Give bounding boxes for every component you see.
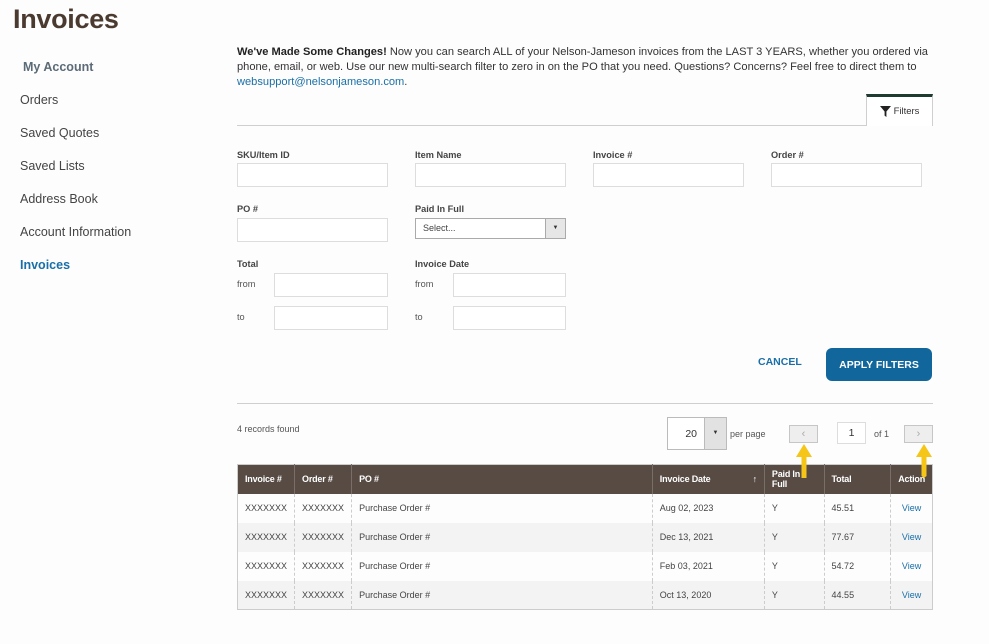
sku-input[interactable] bbox=[237, 163, 388, 187]
websupport-email-link[interactable]: websupport@nelsonjameson.com bbox=[237, 76, 404, 88]
changes-notice: We've Made Some Changes! Now you can sea… bbox=[237, 45, 937, 89]
date-from-input[interactable] bbox=[453, 273, 566, 297]
table-row: XXXXXXX XXXXXXX Purchase Order # Dec 13,… bbox=[237, 522, 933, 552]
filter-tabbar: Filters bbox=[237, 94, 933, 126]
col-invoice-number[interactable]: Invoice # bbox=[237, 464, 296, 494]
order-number-input[interactable] bbox=[771, 163, 922, 187]
paid-in-full: Y bbox=[764, 522, 825, 552]
po-input[interactable] bbox=[237, 218, 388, 242]
total-to-input[interactable] bbox=[274, 306, 388, 330]
chevron-right-icon: › bbox=[916, 428, 921, 440]
total-from-input[interactable] bbox=[274, 273, 388, 297]
order-number: XXXXXXX bbox=[294, 580, 353, 610]
paid-in-full-label: Paid In Full bbox=[415, 204, 465, 214]
page-title: Invoices bbox=[13, 4, 119, 34]
paid-in-full-value: Select... bbox=[423, 223, 456, 233]
table-header-row: Invoice # Order # PO # Invoice Date ↑ Pai… bbox=[237, 464, 933, 494]
per-page-label: per page bbox=[730, 429, 766, 439]
date-from-label: from bbox=[415, 279, 434, 289]
order-number: XXXXXXX bbox=[294, 522, 353, 552]
total-label: Total bbox=[237, 259, 259, 269]
chevron-left-icon: ‹ bbox=[801, 428, 806, 440]
account-sidebar: My Account Orders Saved Quotes Saved Lis… bbox=[20, 60, 210, 291]
annotation-arrow-icon bbox=[916, 444, 932, 478]
filters-tab[interactable]: Filters bbox=[866, 94, 933, 126]
notice-end: . bbox=[404, 75, 408, 88]
total: 45.51 bbox=[824, 493, 892, 523]
cancel-button[interactable]: CANCEL bbox=[758, 356, 802, 368]
sidebar-item-invoices[interactable]: Invoices bbox=[20, 258, 210, 275]
invoices-table: Invoice # Order # PO # Invoice Date ↑ Pai… bbox=[237, 464, 933, 610]
col-order-number[interactable]: Order # bbox=[294, 464, 353, 494]
po-number: Purchase Order # bbox=[351, 522, 653, 552]
invoice-date: Dec 13, 2021 bbox=[652, 522, 765, 552]
caret-down-icon: ▼ bbox=[704, 418, 726, 449]
sidebar-item-address-book[interactable]: Address Book bbox=[20, 192, 210, 209]
invoice-number: XXXXXXX bbox=[237, 493, 296, 523]
col-total[interactable]: Total bbox=[824, 464, 892, 494]
invoice-number: XXXXXXX bbox=[237, 522, 296, 552]
sidebar-heading: My Account bbox=[23, 60, 94, 74]
next-page-button[interactable]: › bbox=[904, 425, 933, 443]
view-link[interactable]: View bbox=[891, 552, 933, 581]
invoice-number: XXXXXXX bbox=[237, 580, 296, 610]
po-number: Purchase Order # bbox=[351, 551, 653, 581]
per-page-select[interactable]: 20 ▼ bbox=[667, 417, 727, 450]
item-name-input[interactable] bbox=[415, 163, 566, 187]
sort-ascending-icon[interactable]: ↑ bbox=[753, 474, 758, 484]
filters-tab-label: Filters bbox=[893, 106, 920, 117]
po-label: PO # bbox=[237, 204, 258, 214]
total-from-label: from bbox=[237, 279, 256, 289]
table-row: XXXXXXX XXXXXXX Purchase Order # Oct 13,… bbox=[237, 580, 933, 610]
sidebar-item-orders[interactable]: Orders bbox=[20, 93, 210, 110]
view-link[interactable]: View bbox=[890, 580, 933, 610]
col-po-number[interactable]: PO # bbox=[351, 464, 653, 494]
invoice-date: Aug 02, 2023 bbox=[652, 493, 765, 523]
invoice-number-input[interactable] bbox=[593, 163, 744, 187]
invoice-date-label: Invoice Date bbox=[415, 259, 470, 269]
sidebar-item-saved-lists[interactable]: Saved Lists bbox=[20, 159, 210, 176]
paid-in-full: Y bbox=[764, 551, 825, 581]
item-name-label: Item Name bbox=[415, 150, 462, 160]
table-row: XXXXXXX XXXXXXX Purchase Order # Aug 02,… bbox=[237, 493, 933, 523]
invoice-number: XXXXXXX bbox=[237, 551, 296, 581]
col-invoice-date-label: Invoice Date bbox=[659, 474, 711, 485]
order-number: XXXXXXX bbox=[294, 493, 353, 523]
caret-down-icon: ▼ bbox=[545, 219, 565, 238]
order-number: XXXXXXX bbox=[294, 551, 353, 581]
order-number-label: Order # bbox=[771, 150, 804, 160]
page-count: of 1 bbox=[874, 429, 890, 439]
paid-in-full: Y bbox=[764, 493, 825, 523]
view-link[interactable]: View bbox=[891, 494, 933, 523]
records-found: 4 records found bbox=[237, 424, 300, 434]
date-to-label: to bbox=[415, 312, 423, 322]
sku-label: SKU/Item ID bbox=[237, 150, 290, 160]
total: 44.55 bbox=[824, 580, 892, 610]
prev-page-button[interactable]: ‹ bbox=[789, 425, 818, 443]
total-to-label: to bbox=[237, 312, 245, 322]
paid-in-full: Y bbox=[764, 580, 825, 610]
view-link[interactable]: View bbox=[890, 522, 933, 552]
notice-heading: We've Made Some Changes! bbox=[237, 46, 387, 58]
sidebar-item-account-information[interactable]: Account Information bbox=[20, 225, 210, 242]
invoice-number-label: Invoice # bbox=[593, 150, 633, 160]
col-invoice-date[interactable]: Invoice Date ↑ bbox=[652, 464, 765, 494]
annotation-arrow-icon bbox=[796, 444, 812, 478]
apply-filters-button[interactable]: APPLY FILTERS bbox=[826, 348, 932, 381]
po-number: Purchase Order # bbox=[351, 580, 653, 610]
table-row: XXXXXXX XXXXXXX Purchase Order # Feb 03,… bbox=[237, 551, 933, 581]
funnel-icon bbox=[879, 106, 891, 117]
total: 77.67 bbox=[824, 522, 892, 552]
page-number-input[interactable]: 1 bbox=[837, 422, 866, 444]
invoice-date: Oct 13, 2020 bbox=[652, 580, 765, 610]
paid-in-full-select[interactable]: Select... ▼ bbox=[415, 218, 566, 239]
total: 54.72 bbox=[824, 551, 892, 581]
sidebar-item-saved-quotes[interactable]: Saved Quotes bbox=[20, 126, 210, 143]
po-number: Purchase Order # bbox=[351, 493, 653, 523]
invoice-date: Feb 03, 2021 bbox=[652, 551, 765, 581]
divider bbox=[237, 403, 933, 404]
per-page-value: 20 bbox=[685, 428, 697, 440]
date-to-input[interactable] bbox=[453, 306, 566, 330]
